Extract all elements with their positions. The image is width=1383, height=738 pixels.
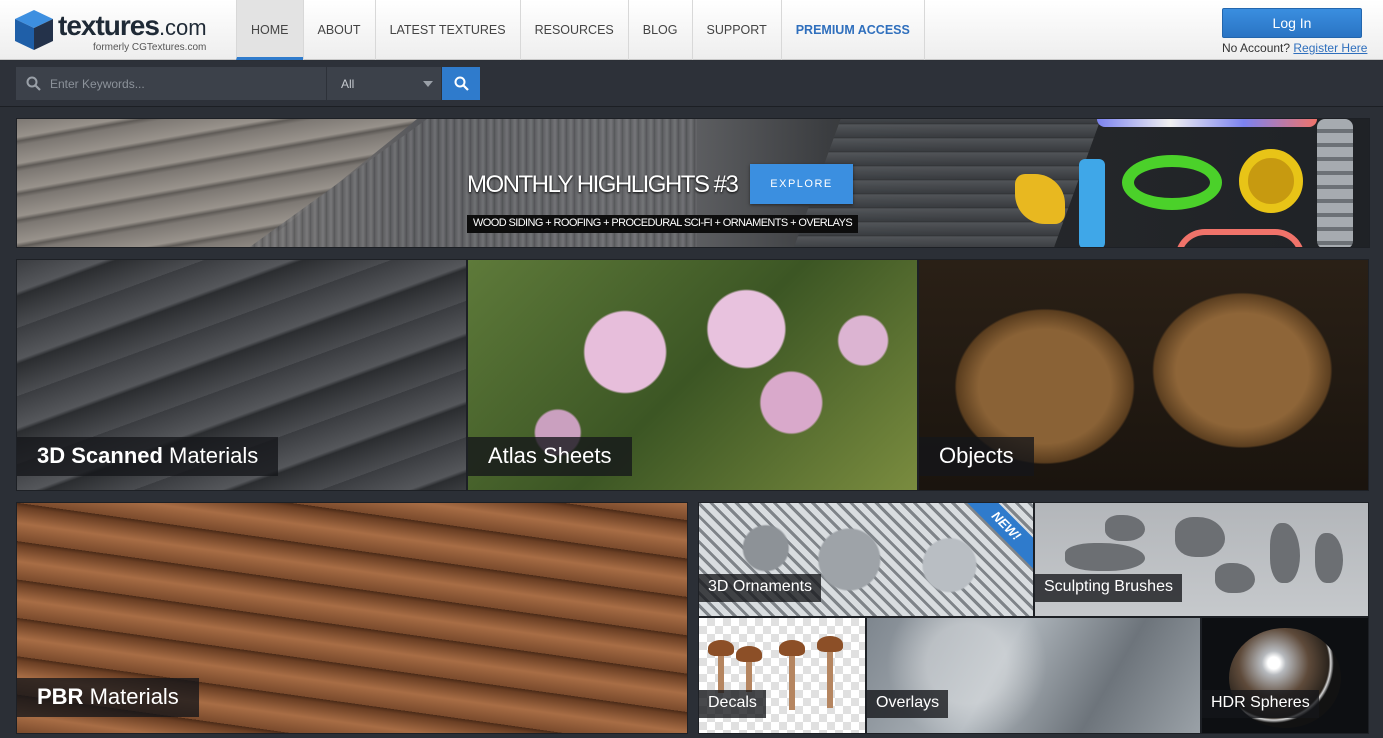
ornament-green [1122, 155, 1222, 210]
banner-title: MONTHLY HIGHLIGHTS #3 [467, 171, 739, 198]
login-button[interactable]: Log In [1222, 8, 1362, 38]
register-link[interactable]: Register Here [1293, 41, 1367, 55]
decal-stem [789, 650, 795, 710]
search-button[interactable] [442, 67, 480, 100]
nav-premium-access[interactable]: PREMIUM ACCESS [780, 0, 925, 60]
tile-3d-ornaments[interactable]: NEW! 3D Ornaments [698, 502, 1034, 617]
monthly-highlights-banner[interactable]: MONTHLY HIGHLIGHTS #3 WOOD SIDING + ROOF… [16, 118, 1370, 248]
ornament-silver [1317, 119, 1353, 247]
decal-cap [736, 646, 762, 662]
tile-label-objects: Objects [919, 437, 1034, 476]
tile-label-3d-scanned: 3D Scanned Materials [17, 437, 279, 476]
tile-objects[interactable]: Objects [918, 259, 1369, 491]
ornament-top-row [1097, 119, 1317, 127]
tile-label-decals: Decals [699, 690, 766, 718]
tile-label-pbr: PBR Materials [17, 678, 199, 717]
brush-stamp [1315, 533, 1343, 583]
tile-label-3d-ornaments: 3D Ornaments [699, 574, 822, 602]
ornament-blue-column [1079, 159, 1105, 247]
site-logo[interactable]: textures.com formerly CGTextures.com [14, 9, 219, 53]
tile-label-overlays: Overlays [867, 690, 949, 718]
tile-label-sculpting-brushes: Sculpting Brushes [1035, 574, 1182, 602]
magnifier-icon [16, 67, 50, 100]
nav-about[interactable]: ABOUT [302, 0, 375, 60]
brush-stamp [1065, 543, 1145, 571]
search-bar: All [0, 61, 1383, 107]
nav-support[interactable]: SUPPORT [691, 0, 781, 60]
decal-cap [779, 640, 805, 656]
category-select-value: All [341, 76, 355, 91]
ornament-red-arch [1175, 229, 1305, 247]
search-input[interactable] [50, 67, 326, 100]
tile-overlays[interactable]: Overlays [866, 617, 1201, 734]
site-header: textures.com formerly CGTextures.com HOM… [0, 0, 1383, 60]
decal-stem [827, 646, 833, 708]
search-box [16, 67, 326, 100]
main-nav: HOME ABOUT LATEST TEXTURES RESOURCES BLO… [236, 0, 925, 60]
explore-button[interactable]: EXPLORE [750, 164, 853, 204]
decal-cap [708, 640, 734, 656]
logo-tagline: formerly CGTextures.com [93, 42, 207, 53]
brush-stamp [1270, 523, 1300, 583]
ornament-gold-ring [1239, 149, 1303, 213]
cube-icon [15, 10, 53, 50]
nav-resources[interactable]: RESOURCES [519, 0, 628, 60]
nav-home[interactable]: HOME [236, 0, 303, 60]
tile-hdr-spheres[interactable]: HDR Spheres [1201, 617, 1369, 734]
nav-latest-textures[interactable]: LATEST TEXTURES [374, 0, 520, 60]
banner-subtitle: WOOD SIDING + ROOFING + PROCEDURAL SCI-F… [467, 215, 859, 233]
caret-down-icon [423, 81, 433, 87]
category-select[interactable]: All [327, 67, 441, 100]
search-icon [454, 76, 469, 91]
brush-stamp [1215, 563, 1255, 593]
new-badge: NEW! [959, 503, 1033, 573]
tile-sculpting-brushes[interactable]: Sculpting Brushes [1034, 502, 1369, 617]
brush-stamp [1105, 515, 1145, 541]
no-account-prompt: No Account? Register Here [1222, 41, 1367, 55]
tile-atlas-sheets[interactable]: Atlas Sheets [467, 259, 918, 491]
logo-wordmark: textures.com [58, 10, 207, 41]
no-account-text: No Account? [1222, 41, 1291, 55]
tile-3d-scanned-materials[interactable]: 3D Scanned Materials [16, 259, 467, 491]
tile-label-atlas-sheets: Atlas Sheets [468, 437, 632, 476]
nav-blog[interactable]: BLOG [627, 0, 692, 60]
decal-cap [817, 636, 843, 652]
tile-pbr-materials[interactable]: PBR Materials [16, 502, 688, 734]
tile-decals[interactable]: Decals [698, 617, 866, 734]
brush-stamp [1175, 517, 1225, 557]
tile-label-hdr-spheres: HDR Spheres [1202, 690, 1319, 718]
